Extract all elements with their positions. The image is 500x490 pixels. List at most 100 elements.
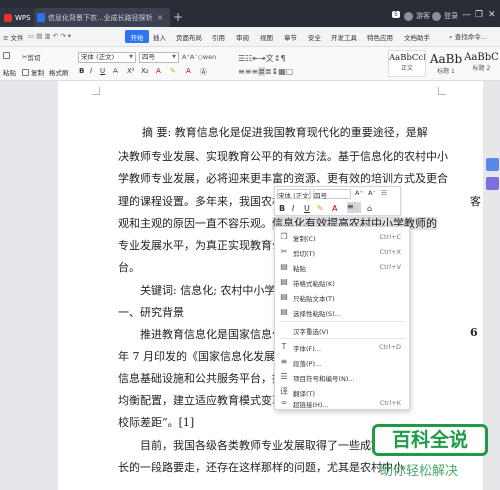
body-line[interactable]: 校际差距”。[1] (118, 414, 194, 430)
login-button[interactable]: 登录 (432, 11, 458, 21)
tab-close-icon[interactable]: × (157, 13, 164, 22)
abstract-line[interactable]: 摘 要: 教育信息化是促进我国教育现代化的重要途径，是解 (142, 124, 428, 140)
menu-security[interactable]: 安全 (308, 32, 321, 42)
sort-icon: ↕ (273, 54, 281, 63)
tab-document[interactable]: 信息化背景下农...业成长路径探析 × (34, 8, 170, 27)
context-item-cut[interactable]: ✂ 剪切(T) Ctrl+X (275, 245, 409, 259)
style-heading1-preview: AaBb (429, 52, 463, 66)
context-item-hyperlink[interactable]: ∞ 超链接(H)... Ctrl+K (275, 396, 409, 410)
style-heading1[interactable]: AaBb 标题 1 (427, 50, 465, 77)
tab-wps-home[interactable]: WPS (0, 8, 34, 27)
format-painter-button[interactable]: 格式刷 (49, 67, 69, 77)
body-line-end[interactable]: 6 (470, 326, 478, 339)
body-line-end[interactable]: 客 (470, 193, 481, 209)
command-search[interactable]: ⌕ 查找命令... (449, 31, 499, 43)
paste-dropdown-button[interactable] (3, 52, 12, 59)
side-panel-icon[interactable] (486, 177, 499, 190)
minimize-button[interactable]: — (462, 10, 471, 20)
mini-font-name-select[interactable]: 宋体 (正文) (277, 189, 311, 199)
mini-font-color-icon[interactable]: A (332, 204, 337, 213)
context-item-bullets-numbering[interactable]: ☰ 项目符号和编号(N)... (275, 370, 409, 384)
mini-line-spacing-icon[interactable]: ☷ (381, 189, 387, 197)
mini-shrink-font-button[interactable]: A⁻ (368, 189, 376, 197)
context-item-label: 只粘贴文本(T) (293, 295, 335, 303)
maximize-button[interactable]: ❐ (475, 10, 483, 20)
font-color-button[interactable]: A (156, 67, 161, 75)
context-item-copy[interactable]: ❐ 复制(C) Ctrl+C (275, 230, 409, 244)
section-heading[interactable]: 一、研究背景 (118, 304, 184, 320)
font-size-adjust-group[interactable]: A⁺ A⁻ ◇ wen (182, 53, 216, 61)
text-effect-button[interactable]: A (186, 67, 191, 75)
mini-grow-font-button[interactable]: A⁺ (355, 189, 363, 197)
menu-view[interactable]: 视图 (260, 32, 273, 42)
side-panel-icon[interactable] (486, 158, 499, 171)
body-line[interactable]: 学教师专业发展，必将迎来更丰富的资源、更有效的培训方式及更合 (118, 170, 448, 186)
paste-button[interactable]: 粘贴 (3, 67, 16, 77)
style-normal[interactable]: AaBbCcDd 正文 (388, 50, 426, 77)
workspace-indicator[interactable]: 5 (392, 11, 402, 18)
font-name-select[interactable]: 宋体 (正文) ▼ (78, 52, 136, 63)
keywords-line[interactable]: 关键词: 信息化; 农村中小学 (140, 282, 275, 298)
style-heading2[interactable]: AaBbC 标题 2 (463, 50, 500, 77)
menu-doc-assistant[interactable]: 文档助手 (404, 32, 430, 42)
bold-button[interactable]: B (79, 67, 84, 75)
align-right-icon: ≡ (251, 67, 259, 76)
style-heading2-label: 标题 2 (472, 65, 491, 72)
watermark-slogan: 助你轻松解决 (380, 464, 459, 479)
body-line[interactable]: 长的一段路要走，还存在这样那样的问题，尤其是农村中小 (118, 459, 404, 475)
context-item-paste-with-format[interactable]: ▤ 带格式粘贴(K) (275, 275, 409, 289)
underline-button[interactable]: U (100, 67, 105, 75)
cut-button[interactable]: ✂ 剪切 (22, 52, 40, 62)
menu-references[interactable]: 引用 (212, 32, 225, 42)
quick-access-toolbar[interactable]: ▭ ▤ ▥ ↶ ↷ ▾ (28, 32, 71, 40)
mini-highlight-icon[interactable]: ✎ (317, 204, 324, 213)
body-line[interactable]: 目前，我国各级各类教师专业发展取得了一些成就，但 (140, 437, 404, 453)
align-buttons-group[interactable]: ≡ ≡ ≡ ≣ ≣ ↨ ▦ ▢ (238, 67, 293, 76)
menu-file[interactable]: ≡ 文件 (3, 32, 24, 42)
body-line[interactable]: 台。 (118, 259, 140, 275)
body-line[interactable]: 推进教育信息化是国家信息化 (140, 326, 283, 342)
context-item-paste-special[interactable]: ▤ 选择性粘贴(S)... (275, 305, 409, 319)
char-border-button[interactable]: Ⓐ (200, 67, 207, 77)
context-item-label: 汉字重选(V) (293, 328, 329, 336)
body-line[interactable]: 决教师专业发展、实现教育公平的有效方法。基于信息化的农村中小 (118, 148, 448, 164)
menu-page-layout[interactable]: 页面布局 (176, 32, 202, 42)
mini-italic-button[interactable]: I (292, 204, 294, 213)
mini-bold-button[interactable]: B (279, 204, 285, 213)
strikethrough-button[interactable]: A̶ (113, 67, 118, 75)
menu-special-apps[interactable]: 特色应用 (367, 32, 393, 42)
mini-font-size-select[interactable]: 四号 (313, 189, 351, 200)
mini-underline-button[interactable]: U (304, 204, 310, 213)
new-tab-button[interactable]: + (173, 10, 183, 24)
menu-start[interactable]: 开始 (125, 30, 149, 43)
body-line[interactable]: 均衡配置，建立适应教育模式变革的 (118, 392, 294, 408)
context-item-paste-text-only[interactable]: ▤ 只粘贴文本(T) (275, 290, 409, 304)
menu-developer-tools[interactable]: 开发工具 (331, 32, 357, 42)
save-icon: ▤ (36, 32, 43, 40)
mini-format-painter-icon[interactable]: ⌂ (367, 204, 372, 213)
body-line[interactable]: 理的课程设置。多年来，我国农村中 (118, 193, 294, 209)
menu-review[interactable]: 审阅 (236, 32, 249, 42)
window-close-button[interactable]: ✕ (488, 10, 496, 20)
copy-icon (22, 68, 29, 76)
highlight-button[interactable]: ✎ (170, 67, 176, 75)
context-item-paragraph[interactable]: ≡ 段落(P)... (275, 355, 409, 369)
guest-button[interactable]: 游客 (404, 11, 430, 21)
copy-button[interactable]: 复制 (22, 67, 44, 77)
command-search-label: 查找命令... (454, 33, 487, 41)
context-item-font[interactable]: T 字体(F)... Ctrl+D (275, 340, 409, 354)
superscript-button[interactable]: X² (127, 67, 135, 75)
body-line[interactable]: 专业发展水平，为真正实现教育公 (118, 237, 283, 253)
mini-justify-icon[interactable]: ≡ (347, 202, 361, 213)
menu-chapter[interactable]: 章节 (284, 32, 297, 42)
context-item-paste[interactable]: ▤ 粘贴 Ctrl+V (275, 260, 409, 274)
context-item-reselect-hanzi[interactable]: 汉字重选(V) (275, 323, 409, 337)
body-line[interactable]: 年 7 月印发的《国家信息化发展战 (118, 348, 286, 364)
subscript-button[interactable]: X₂ (141, 67, 149, 75)
search-icon: ⌕ (449, 33, 453, 41)
font-size-select[interactable]: 四号 ▼ (139, 52, 179, 63)
menu-insert[interactable]: 插入 (153, 32, 166, 42)
body-line[interactable]: 信息基础设施和公共服务平台，推 (118, 370, 283, 386)
list-buttons-group[interactable]: ☰ ☷ ⇤ ⇥ 文 ↕ ¶ (238, 53, 286, 64)
italic-button[interactable]: I (90, 67, 92, 75)
